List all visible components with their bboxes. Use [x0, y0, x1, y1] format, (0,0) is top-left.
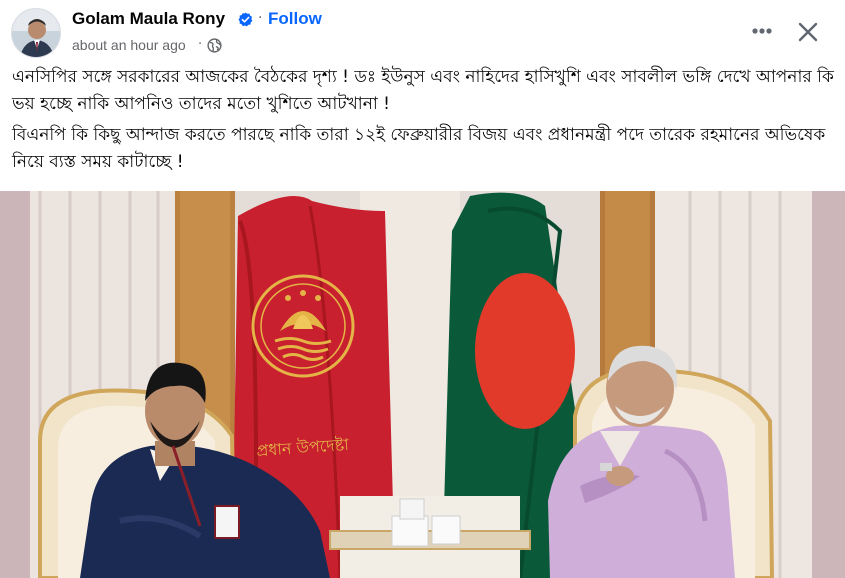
follow-button[interactable]: Follow: [268, 9, 322, 29]
post-paragraph: বিএনপি কি কিছু আন্দাজ করতে পারছে নাকি তা…: [12, 125, 826, 172]
post-text: এনসিপির সঙ্গে সরকারের আজকের বৈঠকের দৃশ্য…: [12, 64, 834, 180]
timestamp-separator: ·: [198, 37, 203, 52]
verified-badge-icon: [238, 12, 253, 27]
close-icon[interactable]: [790, 14, 826, 50]
author-avatar[interactable]: [11, 8, 61, 58]
author-name[interactable]: Golam Maula Rony: [72, 9, 225, 29]
post-photo[interactable]: প্রধান উপদেষ্টা: [0, 191, 845, 578]
post-header: Golam Maula Rony · Follow about an hour …: [0, 0, 845, 62]
post-paragraph: এনসিপির সঙ্গে সরকারের আজকের বৈঠকের দৃশ্য…: [12, 67, 834, 114]
post-timestamp[interactable]: about an hour ago: [72, 37, 186, 53]
more-options-icon[interactable]: [744, 17, 780, 45]
globe-icon[interactable]: [207, 38, 222, 53]
header-separator: ·: [258, 10, 263, 26]
